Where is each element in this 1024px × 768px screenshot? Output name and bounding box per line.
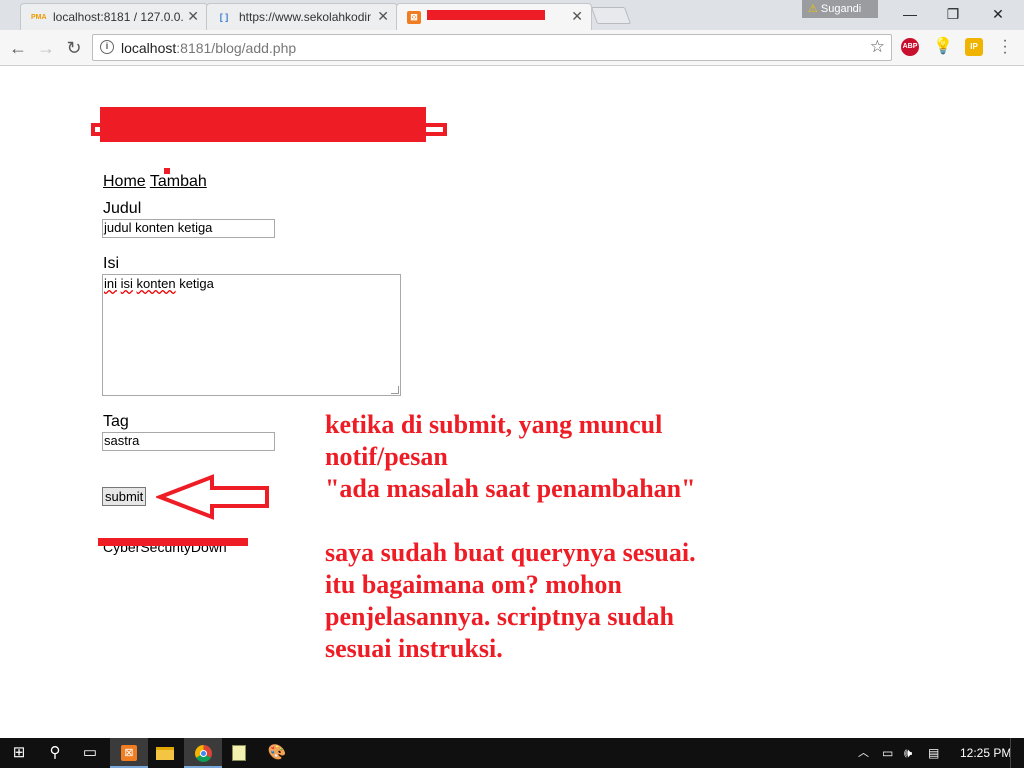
profile-badge[interactable]: ⚠ Sugandi: [802, 0, 878, 18]
reload-icon[interactable]: ↻: [62, 36, 86, 60]
chevron-up-icon[interactable]: ︿: [858, 738, 869, 768]
chrome-icon[interactable]: [184, 738, 222, 768]
taskbar: ⊞ ⚲ ▭ ⊠ 🎨 ︿ ▭ 🕪 ▤ 12:25 PM: [0, 738, 1024, 768]
adblock-plus-icon[interactable]: ABP: [901, 38, 919, 56]
isi-textarea[interactable]: ini isi konten ketiga: [102, 274, 401, 396]
tab-title: localhost:8181 / 127.0.0.1: [53, 10, 183, 24]
back-arrow-icon[interactable]: ←: [6, 36, 30, 60]
tab-sekolahkoding[interactable]: [ ] https://www.sekolahkoding ✕: [206, 3, 398, 30]
nav-tambah-link[interactable]: Tambah: [150, 173, 207, 190]
minimize-button[interactable]: —: [890, 3, 930, 25]
warning-icon: ⚠: [808, 3, 818, 15]
task-view-icon[interactable]: ▭: [71, 738, 109, 768]
paint-icon[interactable]: 🎨: [258, 738, 296, 768]
notepad-icon[interactable]: [220, 738, 258, 768]
brackets-icon: [ ]: [219, 12, 229, 22]
tag-input[interactable]: sastra: [102, 432, 275, 451]
xampp-icon[interactable]: ⊠: [110, 738, 148, 768]
windows-start-icon[interactable]: ⊞: [0, 738, 38, 768]
redacted-footer: [98, 538, 248, 546]
phpmyadmin-icon: PMA: [31, 14, 47, 21]
redacted-tab-title: [427, 10, 545, 20]
profile-name: Sugandi: [820, 3, 862, 15]
bulb-icon[interactable]: 💡: [933, 38, 953, 56]
address-bar[interactable]: i localhost:8181/blog/add.php ☆: [92, 34, 892, 61]
submit-button[interactable]: submit: [102, 487, 147, 506]
nav-links: Home Tambah: [103, 173, 207, 191]
tab-phpmyadmin[interactable]: PMA localhost:8181 / 127.0.0.1 ✕: [20, 3, 208, 30]
clock[interactable]: 12:25 PM: [960, 738, 1011, 768]
close-icon[interactable]: ✕: [377, 8, 389, 25]
judul-input[interactable]: judul konten ketiga: [102, 219, 275, 238]
tab-strip: PMA localhost:8181 / 127.0.0.1 ✕ [ ] htt…: [0, 0, 1024, 31]
language-icon[interactable]: ▤: [928, 738, 939, 768]
info-icon[interactable]: i: [100, 40, 114, 54]
judul-label: Judul: [103, 200, 142, 217]
browser-toolbar: ← → ↻ i localhost:8181/blog/add.php ☆ AB…: [0, 30, 1024, 66]
url-text: localhost:8181/blog/add.php: [121, 40, 297, 56]
isi-label: Isi: [103, 255, 119, 272]
nav-home-link[interactable]: Home: [103, 173, 146, 190]
window-close-button[interactable]: ✕: [978, 3, 1018, 25]
close-icon[interactable]: ✕: [571, 8, 583, 25]
arrow-annotation-icon: [156, 474, 269, 520]
tab-title: https://www.sekolahkoding: [239, 10, 371, 24]
search-icon[interactable]: ⚲: [36, 738, 74, 768]
bookmark-star-icon[interactable]: ☆: [870, 37, 885, 57]
close-icon[interactable]: ✕: [187, 8, 199, 25]
redacted-heading-outline: [91, 123, 447, 136]
ip-extension-icon[interactable]: IP: [965, 38, 983, 56]
battery-icon[interactable]: ▭: [882, 738, 893, 768]
forward-arrow-icon[interactable]: →: [34, 36, 58, 60]
show-desktop-button[interactable]: [1010, 738, 1024, 768]
tag-label: Tag: [103, 413, 129, 430]
maximize-button[interactable]: ❐: [933, 3, 973, 25]
resize-handle-icon[interactable]: [391, 386, 399, 394]
tab-active[interactable]: ⊠ ✕: [396, 3, 592, 31]
new-tab-button[interactable]: [590, 7, 632, 24]
menu-dots-icon[interactable]: · · ·: [1000, 33, 1010, 61]
xampp-icon: ⊠: [407, 11, 421, 24]
annotation-text: ketika di submit, yang muncul notif/pesa…: [325, 410, 696, 663]
file-explorer-icon[interactable]: [146, 738, 184, 768]
volume-icon[interactable]: 🕪: [904, 738, 912, 768]
page-content: Home Tambah Judul judul konten ketiga Is…: [0, 67, 1024, 738]
